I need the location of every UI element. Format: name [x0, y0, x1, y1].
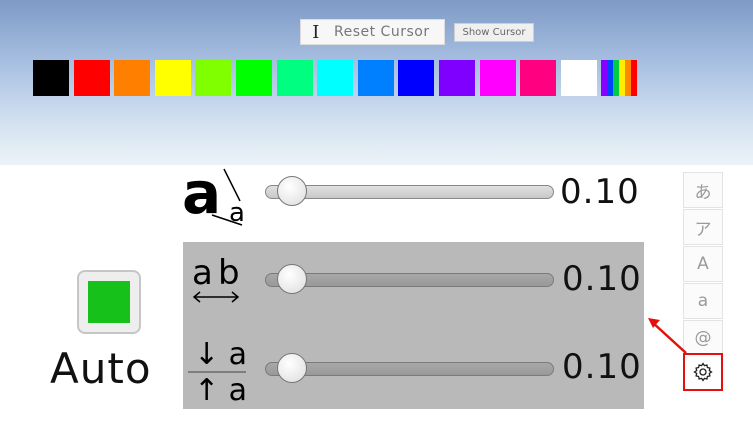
spacing-glyph-a: a [192, 253, 213, 293]
color-swatch[interactable] [74, 60, 110, 96]
line-glyph-down: ↓ a [194, 337, 247, 372]
color-swatch[interactable] [236, 60, 272, 96]
text-cursor-icon: I [312, 21, 320, 43]
letter-spacing-value: 0.10 [562, 259, 642, 299]
line-glyph-up: ↑ a [194, 373, 247, 406]
auto-color-swatch [88, 281, 130, 323]
rainbow-swatch[interactable] [601, 60, 637, 96]
font-size-value: 0.10 [560, 172, 640, 212]
color-swatch[interactable] [33, 60, 69, 96]
line-spacing-value: 0.10 [562, 347, 642, 387]
line-spacing-slider-thumb[interactable] [277, 353, 307, 383]
keyboard-mode-tab[interactable]: ア [683, 209, 723, 245]
color-swatch[interactable] [561, 60, 597, 96]
font-size-icon: a a [182, 163, 245, 228]
color-swatch[interactable] [317, 60, 353, 96]
letter-spacing-slider-track[interactable] [265, 273, 554, 287]
annotation-arrow [648, 318, 687, 354]
size-glyph-large: a [182, 163, 221, 227]
spacing-glyph-b: b [218, 253, 240, 293]
settings-tab[interactable] [683, 353, 723, 391]
color-swatch[interactable] [277, 60, 313, 96]
letter-spacing-slider-thumb[interactable] [277, 264, 307, 294]
reset-cursor-label: Reset Cursor [334, 24, 430, 40]
letter-spacing-icon: a b [192, 253, 240, 303]
color-swatch[interactable] [480, 60, 516, 96]
auto-label: Auto [50, 344, 152, 393]
color-swatch[interactable] [520, 60, 556, 96]
auto-color-button[interactable] [77, 270, 141, 334]
keyboard-mode-tab[interactable]: あ [683, 172, 723, 208]
keyboard-mode-tab[interactable]: A [683, 246, 723, 282]
font-size-slider-track[interactable] [265, 185, 554, 199]
show-cursor-button[interactable]: Show Cursor [454, 23, 534, 42]
gear-icon [693, 362, 713, 382]
line-spacing-slider-track[interactable] [265, 362, 554, 376]
color-swatch[interactable] [195, 60, 231, 96]
color-swatch[interactable] [439, 60, 475, 96]
color-swatch[interactable] [114, 60, 150, 96]
reset-cursor-button[interactable]: I Reset Cursor [300, 19, 445, 45]
color-swatch[interactable] [398, 60, 434, 96]
color-swatch[interactable] [155, 60, 191, 96]
line-spacing-icon: ↓ a ↑ a [188, 337, 247, 406]
color-swatch[interactable] [358, 60, 394, 96]
font-size-slider-thumb[interactable] [277, 176, 307, 206]
